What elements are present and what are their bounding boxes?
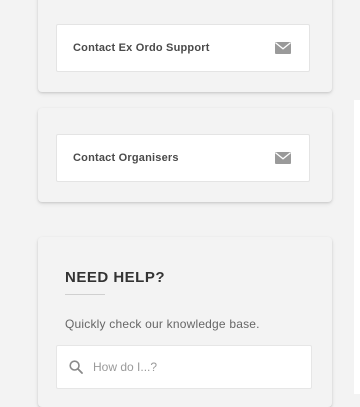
right-edge-strip-top bbox=[354, 0, 360, 100]
organisers-card: Contact Organisers bbox=[38, 108, 332, 202]
contact-support-button[interactable]: Contact Ex Ordo Support bbox=[56, 24, 310, 72]
help-card: NEED HELP? Quickly check our knowledge b… bbox=[38, 237, 332, 407]
envelope-icon bbox=[275, 152, 291, 164]
envelope-icon bbox=[275, 42, 291, 54]
support-card: Contact Ex Ordo Support bbox=[38, 0, 332, 92]
contact-support-label: Contact Ex Ordo Support bbox=[73, 42, 210, 54]
search-input[interactable] bbox=[93, 360, 293, 374]
knowledge-base-search[interactable] bbox=[56, 345, 312, 389]
contact-organisers-button[interactable]: Contact Organisers bbox=[56, 134, 310, 182]
help-description: Quickly check our knowledge base. bbox=[65, 317, 260, 331]
help-title-divider bbox=[65, 294, 105, 295]
help-title: NEED HELP? bbox=[65, 269, 166, 286]
contact-organisers-label: Contact Organisers bbox=[73, 152, 179, 164]
search-icon bbox=[69, 360, 83, 374]
